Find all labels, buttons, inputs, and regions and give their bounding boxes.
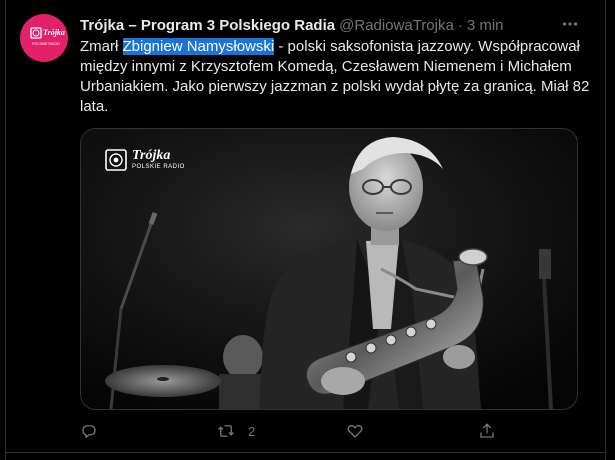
saxophonist-photo — [81, 129, 577, 409]
selected-text: Zbigniew Namysłowski — [122, 38, 275, 55]
tweet-page: Trójka POLSKIE RADIO Trójka – Program 3 … — [0, 0, 615, 460]
tweet-time[interactable]: 3 min — [467, 17, 504, 34]
tweet-header: Trójka – Program 3 Polskiego Radia @Radi… — [80, 15, 504, 35]
avatar[interactable]: Trójka POLSKIE RADIO — [20, 14, 68, 62]
tweet-photo[interactable]: Trójka POLSKIE RADIO — [80, 128, 578, 410]
watermark-subtitle: POLSKIE RADIO — [132, 164, 185, 170]
more-dots-icon — [562, 22, 578, 26]
trojka-watermark-icon — [105, 149, 127, 171]
reply-icon — [82, 425, 96, 439]
reply-button[interactable] — [80, 420, 98, 442]
timeline-border-right — [605, 0, 606, 460]
author-handle[interactable]: @RadiowaTrojka — [339, 17, 454, 34]
tweet-text-start: Zmarł — [80, 38, 123, 55]
author-name[interactable]: Trójka – Program 3 Polskiego Radia — [80, 17, 335, 34]
watermark-title: Trójka — [132, 148, 171, 163]
avatar-logo-subtext: POLSKIE RADIO — [32, 42, 60, 46]
retweet-icon — [218, 425, 234, 437]
share-button[interactable] — [478, 420, 496, 442]
tweet-text: Zmarł Zbigniew Namysłowski - polski saks… — [80, 37, 590, 117]
retweet-count: 2 — [248, 423, 256, 439]
share-icon — [480, 423, 494, 438]
tweet-divider — [5, 452, 605, 453]
tweet-actions: 2 — [80, 420, 500, 442]
avatar-logo-text: Trójka — [43, 28, 65, 37]
like-icon — [347, 424, 363, 438]
timeline-border-left — [5, 0, 6, 460]
like-button[interactable] — [346, 420, 364, 442]
media-watermark: Trójka POLSKIE RADIO — [105, 149, 185, 171]
trojka-logo-icon: Trójka POLSKIE RADIO — [30, 27, 65, 46]
header-separator: · — [457, 16, 463, 34]
retweet-button[interactable]: 2 — [216, 420, 255, 442]
more-button[interactable] — [558, 12, 582, 36]
